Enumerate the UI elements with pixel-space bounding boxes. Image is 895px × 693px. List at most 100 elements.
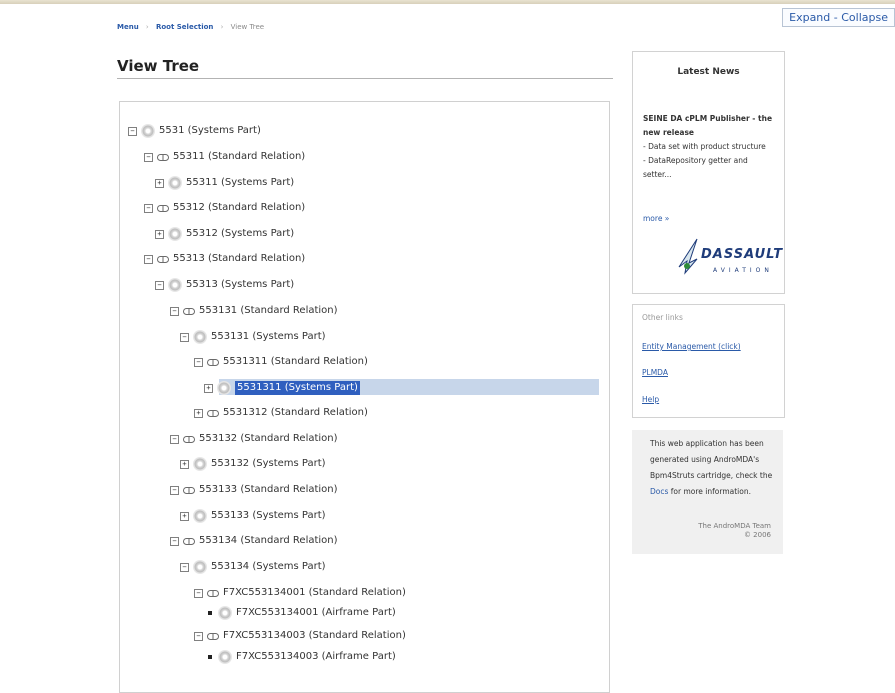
expand-toggle-icon[interactable]: + (180, 459, 189, 469)
tree-node[interactable]: +553133 (Systems Part) (180, 509, 326, 523)
collapse-link[interactable]: Collapse (841, 11, 888, 24)
tree-node[interactable]: F7XC553134001 (Airframe Part) (206, 606, 396, 620)
collapse-toggle-icon[interactable]: − (194, 631, 203, 641)
tree-node[interactable]: − 5531311 (Standard Relation) (194, 355, 368, 369)
tree-node[interactable]: − 55313 (Systems Part) (155, 278, 294, 292)
tree-node-label[interactable]: 5531 (Systems Part) (159, 124, 261, 138)
tree-node-label[interactable]: 55312 (Standard Relation) (173, 201, 305, 215)
latest-news-panel: Latest News SEINE DA cPLM Publisher - th… (632, 51, 785, 294)
collapse-toggle-icon[interactable]: − (128, 126, 137, 136)
expand-toggle-icon[interactable]: + (194, 408, 203, 418)
tree-node[interactable]: − 553134 (Systems Part) (180, 560, 326, 574)
collapse-toggle-icon[interactable]: − (144, 203, 153, 213)
collapse-toggle-icon[interactable]: − (180, 562, 189, 572)
collapse-toggle-icon[interactable]: − (170, 434, 179, 444)
link-icon (207, 409, 219, 417)
collapse-toggle-icon[interactable]: − (170, 306, 179, 316)
gear-icon (218, 606, 232, 620)
news-item-title: SEINE DA cPLM Publisher - the new releas… (643, 114, 773, 137)
link-icon (183, 537, 195, 545)
tree-node[interactable]: +55311 (Systems Part) (155, 176, 294, 190)
leaf-bullet-icon (208, 655, 212, 659)
gear-icon (168, 176, 182, 190)
link-icon (183, 435, 195, 443)
tree-node[interactable]: − 553134 (Standard Relation) (170, 534, 338, 548)
tree-node-label[interactable]: 553132 (Systems Part) (211, 457, 326, 471)
tree-node[interactable]: − 55312 (Standard Relation) (144, 201, 305, 215)
info-signature: The AndroMDA Team © 2006 (698, 522, 771, 540)
logo-word: DASSAULT (701, 247, 784, 262)
collapse-toggle-icon[interactable]: − (170, 536, 179, 546)
expand-toggle-icon[interactable]: + (155, 229, 164, 239)
link-icon (183, 307, 195, 315)
other-links-heading: Other links (642, 313, 683, 322)
help-link[interactable]: Help (642, 395, 659, 404)
tree-node-label[interactable]: 5531311 (Standard Relation) (223, 355, 368, 369)
tree-node-label[interactable]: 553131 (Standard Relation) (199, 304, 338, 318)
gear-icon (141, 124, 155, 138)
collapse-toggle-icon[interactable]: − (155, 280, 164, 290)
tree-node-label[interactable]: 55313 (Standard Relation) (173, 252, 305, 266)
info-text-after: for more information. (668, 487, 751, 496)
andromda-info-panel: This web application has been generated … (632, 430, 783, 554)
tree-node-label[interactable]: 553133 (Standard Relation) (199, 483, 338, 497)
tree-node[interactable]: +5531311 (Systems Part) (204, 381, 360, 395)
tree-node[interactable]: − 55311 (Standard Relation) (144, 150, 305, 164)
collapse-toggle-icon[interactable]: − (170, 485, 179, 495)
tree-node[interactable]: − 5531 (Systems Part) (128, 124, 261, 138)
tree-node-label[interactable]: 55313 (Systems Part) (186, 278, 294, 292)
tree-node[interactable]: F7XC553134003 (Airframe Part) (206, 650, 396, 664)
tree-node[interactable]: +55312 (Systems Part) (155, 227, 294, 241)
team-name: The AndroMDA Team (698, 522, 771, 530)
link-icon (157, 153, 169, 161)
collapse-toggle-icon[interactable]: − (144, 254, 153, 264)
tree-node-label[interactable]: 55312 (Systems Part) (186, 227, 294, 241)
tree-node[interactable]: − F7XC553134001 (Standard Relation) (194, 586, 406, 600)
tree-node-label[interactable]: 553134 (Systems Part) (211, 560, 326, 574)
tree-node[interactable]: − 553131 (Standard Relation) (170, 304, 338, 318)
tree-node-label[interactable]: 5531312 (Standard Relation) (223, 406, 368, 420)
tree-node[interactable]: − 55313 (Standard Relation) (144, 252, 305, 266)
expand-toggle-icon[interactable]: + (204, 383, 213, 393)
tree-node[interactable]: +5531312 (Standard Relation) (194, 406, 368, 420)
dassault-logo-icon (678, 238, 698, 275)
collapse-toggle-icon[interactable]: − (194, 357, 203, 367)
tree-node-label[interactable]: F7XC553134001 (Standard Relation) (223, 586, 406, 600)
gear-icon (193, 330, 207, 344)
gear-icon (193, 457, 207, 471)
tree-node-label[interactable]: 553133 (Systems Part) (211, 509, 326, 523)
collapse-toggle-icon[interactable]: − (194, 588, 203, 598)
news-body: SEINE DA cPLM Publisher - the new releas… (643, 112, 777, 182)
info-text: This web application has been generated … (650, 436, 775, 500)
entity-management-link[interactable]: Entity Management (click) (642, 342, 741, 351)
breadcrumb-root-selection[interactable]: Root Selection (156, 23, 213, 31)
collapse-toggle-icon[interactable]: − (180, 332, 189, 342)
link-icon (157, 204, 169, 212)
other-links-panel: Other links Entity Management (click) PL… (632, 304, 785, 418)
gear-icon (193, 509, 207, 523)
tree-node[interactable]: − 553133 (Standard Relation) (170, 483, 338, 497)
tree-node-label[interactable]: 55311 (Standard Relation) (173, 150, 305, 164)
info-text-before: This web application has been generated … (650, 439, 773, 480)
collapse-toggle-icon[interactable]: − (144, 152, 153, 162)
tree-node[interactable]: +553132 (Systems Part) (180, 457, 326, 471)
tree-node-label[interactable]: F7XC553134001 (Airframe Part) (236, 606, 396, 620)
news-more-link[interactable]: more » (643, 214, 669, 223)
tree-node[interactable]: − 553131 (Systems Part) (180, 330, 326, 344)
tree-node-label[interactable]: 55311 (Systems Part) (186, 176, 294, 190)
team-year: © 2006 (743, 531, 771, 539)
tree-node[interactable]: − F7XC553134003 (Standard Relation) (194, 629, 406, 643)
breadcrumb-menu[interactable]: Menu (117, 23, 139, 31)
tree-node-label[interactable]: F7XC553134003 (Airframe Part) (236, 650, 396, 664)
expand-toggle-icon[interactable]: + (180, 511, 189, 521)
tree-node-label[interactable]: F7XC553134003 (Standard Relation) (223, 629, 406, 643)
tree-node-label[interactable]: 553131 (Systems Part) (211, 330, 326, 344)
plmda-link[interactable]: PLMDA (642, 368, 668, 377)
expand-link[interactable]: Expand (789, 11, 830, 24)
docs-link[interactable]: Docs (650, 487, 668, 496)
tree-node-label[interactable]: 553132 (Standard Relation) (199, 432, 338, 446)
tree-node[interactable]: − 553132 (Standard Relation) (170, 432, 338, 446)
expand-toggle-icon[interactable]: + (155, 178, 164, 188)
tree-node-label[interactable]: 553134 (Standard Relation) (199, 534, 338, 548)
tree-node-label[interactable]: 5531311 (Systems Part) (235, 381, 360, 395)
